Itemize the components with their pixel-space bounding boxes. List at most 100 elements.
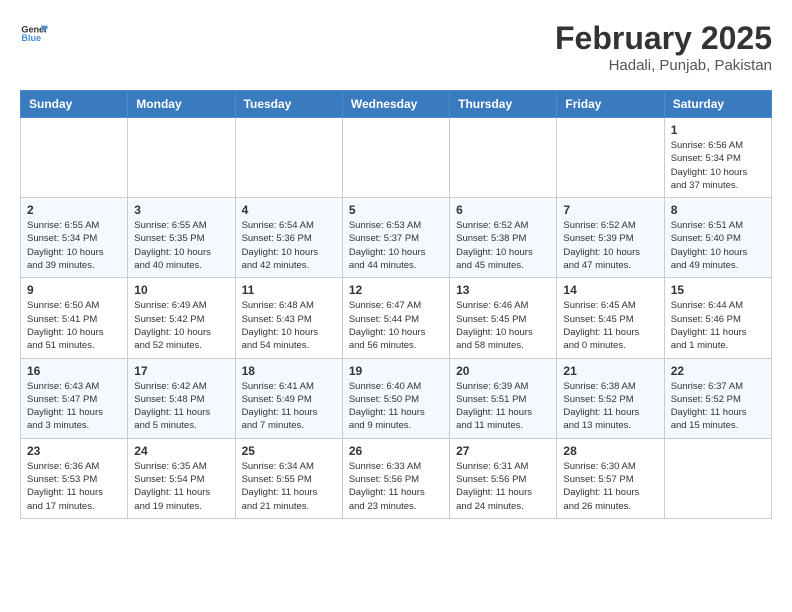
day-info: Sunrise: 6:45 AM Sunset: 5:45 PM Dayligh… bbox=[563, 299, 657, 352]
calendar-cell: 25 Sunrise: 6:34 AM Sunset: 5:55 PM Dayli… bbox=[235, 438, 342, 518]
calendar-cell: 11 Sunrise: 6:48 AM Sunset: 5:43 PM Dayli… bbox=[235, 278, 342, 358]
day-info: Sunrise: 6:47 AM Sunset: 5:44 PM Dayligh… bbox=[349, 299, 443, 352]
day-info: Sunrise: 6:55 AM Sunset: 5:34 PM Dayligh… bbox=[27, 219, 121, 272]
calendar-cell: 15 Sunrise: 6:44 AM Sunset: 5:46 PM Dayli… bbox=[664, 278, 771, 358]
day-number: 24 bbox=[134, 444, 228, 458]
calendar-cell: 17 Sunrise: 6:42 AM Sunset: 5:48 PM Dayli… bbox=[128, 358, 235, 438]
day-number: 22 bbox=[671, 364, 765, 378]
weekday-header-tuesday: Tuesday bbox=[235, 91, 342, 118]
day-info: Sunrise: 6:56 AM Sunset: 5:34 PM Dayligh… bbox=[671, 139, 765, 192]
day-info: Sunrise: 6:54 AM Sunset: 5:36 PM Dayligh… bbox=[242, 219, 336, 272]
day-info: Sunrise: 6:30 AM Sunset: 5:57 PM Dayligh… bbox=[563, 460, 657, 513]
day-number: 14 bbox=[563, 283, 657, 297]
calendar-cell: 20 Sunrise: 6:39 AM Sunset: 5:51 PM Dayli… bbox=[450, 358, 557, 438]
calendar-cell: 28 Sunrise: 6:30 AM Sunset: 5:57 PM Dayli… bbox=[557, 438, 664, 518]
day-number: 28 bbox=[563, 444, 657, 458]
calendar-cell: 13 Sunrise: 6:46 AM Sunset: 5:45 PM Dayli… bbox=[450, 278, 557, 358]
day-number: 21 bbox=[563, 364, 657, 378]
calendar-cell bbox=[557, 118, 664, 198]
day-number: 8 bbox=[671, 203, 765, 217]
title-block: February 2025 Hadali, Punjab, Pakistan bbox=[555, 20, 772, 74]
day-number: 11 bbox=[242, 283, 336, 297]
day-number: 20 bbox=[456, 364, 550, 378]
day-info: Sunrise: 6:52 AM Sunset: 5:39 PM Dayligh… bbox=[563, 219, 657, 272]
weekday-header-monday: Monday bbox=[128, 91, 235, 118]
weekday-header-friday: Friday bbox=[557, 91, 664, 118]
day-number: 17 bbox=[134, 364, 228, 378]
day-info: Sunrise: 6:42 AM Sunset: 5:48 PM Dayligh… bbox=[134, 380, 228, 433]
day-info: Sunrise: 6:33 AM Sunset: 5:56 PM Dayligh… bbox=[349, 460, 443, 513]
calendar-week-row: 2 Sunrise: 6:55 AM Sunset: 5:34 PM Daylig… bbox=[21, 198, 772, 278]
calendar-cell bbox=[128, 118, 235, 198]
day-number: 12 bbox=[349, 283, 443, 297]
calendar-week-row: 9 Sunrise: 6:50 AM Sunset: 5:41 PM Daylig… bbox=[21, 278, 772, 358]
weekday-header-thursday: Thursday bbox=[450, 91, 557, 118]
calendar-cell: 23 Sunrise: 6:36 AM Sunset: 5:53 PM Dayli… bbox=[21, 438, 128, 518]
calendar-cell bbox=[450, 118, 557, 198]
day-info: Sunrise: 6:48 AM Sunset: 5:43 PM Dayligh… bbox=[242, 299, 336, 352]
day-info: Sunrise: 6:35 AM Sunset: 5:54 PM Dayligh… bbox=[134, 460, 228, 513]
calendar-cell: 12 Sunrise: 6:47 AM Sunset: 5:44 PM Dayli… bbox=[342, 278, 449, 358]
calendar-cell: 18Sunrise: 6:41 AM Sunset: 5:49 PM Dayli… bbox=[235, 358, 342, 438]
day-number: 26 bbox=[349, 444, 443, 458]
day-info: Sunrise: 6:37 AM Sunset: 5:52 PM Dayligh… bbox=[671, 380, 765, 433]
day-number: 25 bbox=[242, 444, 336, 458]
day-number: 3 bbox=[134, 203, 228, 217]
day-number: 15 bbox=[671, 283, 765, 297]
day-info: Sunrise: 6:44 AM Sunset: 5:46 PM Dayligh… bbox=[671, 299, 765, 352]
day-info: Sunrise: 6:36 AM Sunset: 5:53 PM Dayligh… bbox=[27, 460, 121, 513]
day-info: Sunrise: 6:50 AM Sunset: 5:41 PM Dayligh… bbox=[27, 299, 121, 352]
calendar-cell: 1 Sunrise: 6:56 AM Sunset: 5:34 PM Daylig… bbox=[664, 118, 771, 198]
day-number: 16 bbox=[27, 364, 121, 378]
day-info: Sunrise: 6:52 AM Sunset: 5:38 PM Dayligh… bbox=[456, 219, 550, 272]
calendar-cell: 10Sunrise: 6:49 AM Sunset: 5:42 PM Dayli… bbox=[128, 278, 235, 358]
calendar-cell bbox=[21, 118, 128, 198]
calendar-cell: 4Sunrise: 6:54 AM Sunset: 5:36 PM Daylig… bbox=[235, 198, 342, 278]
calendar-cell: 3 Sunrise: 6:55 AM Sunset: 5:35 PM Daylig… bbox=[128, 198, 235, 278]
weekday-header-row: SundayMondayTuesdayWednesdayThursdayFrid… bbox=[21, 91, 772, 118]
logo: General Blue bbox=[20, 20, 48, 48]
calendar-cell bbox=[342, 118, 449, 198]
day-number: 19 bbox=[349, 364, 443, 378]
day-info: Sunrise: 6:38 AM Sunset: 5:52 PM Dayligh… bbox=[563, 380, 657, 433]
calendar-cell bbox=[664, 438, 771, 518]
day-number: 27 bbox=[456, 444, 550, 458]
day-number: 23 bbox=[27, 444, 121, 458]
calendar-cell: 8 Sunrise: 6:51 AM Sunset: 5:40 PM Daylig… bbox=[664, 198, 771, 278]
day-number: 1 bbox=[671, 123, 765, 137]
day-number: 6 bbox=[456, 203, 550, 217]
day-number: 10 bbox=[134, 283, 228, 297]
calendar-week-row: 16 Sunrise: 6:43 AM Sunset: 5:47 PM Dayli… bbox=[21, 358, 772, 438]
day-info: Sunrise: 6:40 AM Sunset: 5:50 PM Dayligh… bbox=[349, 380, 443, 433]
day-info: Sunrise: 6:43 AM Sunset: 5:47 PM Dayligh… bbox=[27, 380, 121, 433]
month-title: February 2025 bbox=[555, 20, 772, 57]
weekday-header-saturday: Saturday bbox=[664, 91, 771, 118]
calendar-week-row: 23 Sunrise: 6:36 AM Sunset: 5:53 PM Dayli… bbox=[21, 438, 772, 518]
day-info: Sunrise: 6:51 AM Sunset: 5:40 PM Dayligh… bbox=[671, 219, 765, 272]
calendar-cell: 7 Sunrise: 6:52 AM Sunset: 5:39 PM Daylig… bbox=[557, 198, 664, 278]
calendar-cell: 19 Sunrise: 6:40 AM Sunset: 5:50 PM Dayli… bbox=[342, 358, 449, 438]
calendar-cell: 5Sunrise: 6:53 AM Sunset: 5:37 PM Daylig… bbox=[342, 198, 449, 278]
calendar-cell: 6 Sunrise: 6:52 AM Sunset: 5:38 PM Daylig… bbox=[450, 198, 557, 278]
day-info: Sunrise: 6:41 AM Sunset: 5:49 PM Dayligh… bbox=[242, 380, 336, 433]
day-number: 2 bbox=[27, 203, 121, 217]
day-info: Sunrise: 6:55 AM Sunset: 5:35 PM Dayligh… bbox=[134, 219, 228, 272]
calendar-week-row: 1 Sunrise: 6:56 AM Sunset: 5:34 PM Daylig… bbox=[21, 118, 772, 198]
calendar-cell bbox=[235, 118, 342, 198]
page-header: General Blue February 2025 Hadali, Punja… bbox=[20, 20, 772, 74]
weekday-header-sunday: Sunday bbox=[21, 91, 128, 118]
calendar-cell: 14 Sunrise: 6:45 AM Sunset: 5:45 PM Dayli… bbox=[557, 278, 664, 358]
weekday-header-wednesday: Wednesday bbox=[342, 91, 449, 118]
day-info: Sunrise: 6:46 AM Sunset: 5:45 PM Dayligh… bbox=[456, 299, 550, 352]
calendar-cell: 22 Sunrise: 6:37 AM Sunset: 5:52 PM Dayli… bbox=[664, 358, 771, 438]
calendar-cell: 9 Sunrise: 6:50 AM Sunset: 5:41 PM Daylig… bbox=[21, 278, 128, 358]
day-number: 9 bbox=[27, 283, 121, 297]
calendar-cell: 24 Sunrise: 6:35 AM Sunset: 5:54 PM Dayli… bbox=[128, 438, 235, 518]
day-number: 5 bbox=[349, 203, 443, 217]
day-info: Sunrise: 6:39 AM Sunset: 5:51 PM Dayligh… bbox=[456, 380, 550, 433]
calendar-cell: 21 Sunrise: 6:38 AM Sunset: 5:52 PM Dayli… bbox=[557, 358, 664, 438]
day-number: 7 bbox=[563, 203, 657, 217]
calendar-table: SundayMondayTuesdayWednesdayThursdayFrid… bbox=[20, 90, 772, 519]
day-number: 13 bbox=[456, 283, 550, 297]
day-info: Sunrise: 6:34 AM Sunset: 5:55 PM Dayligh… bbox=[242, 460, 336, 513]
